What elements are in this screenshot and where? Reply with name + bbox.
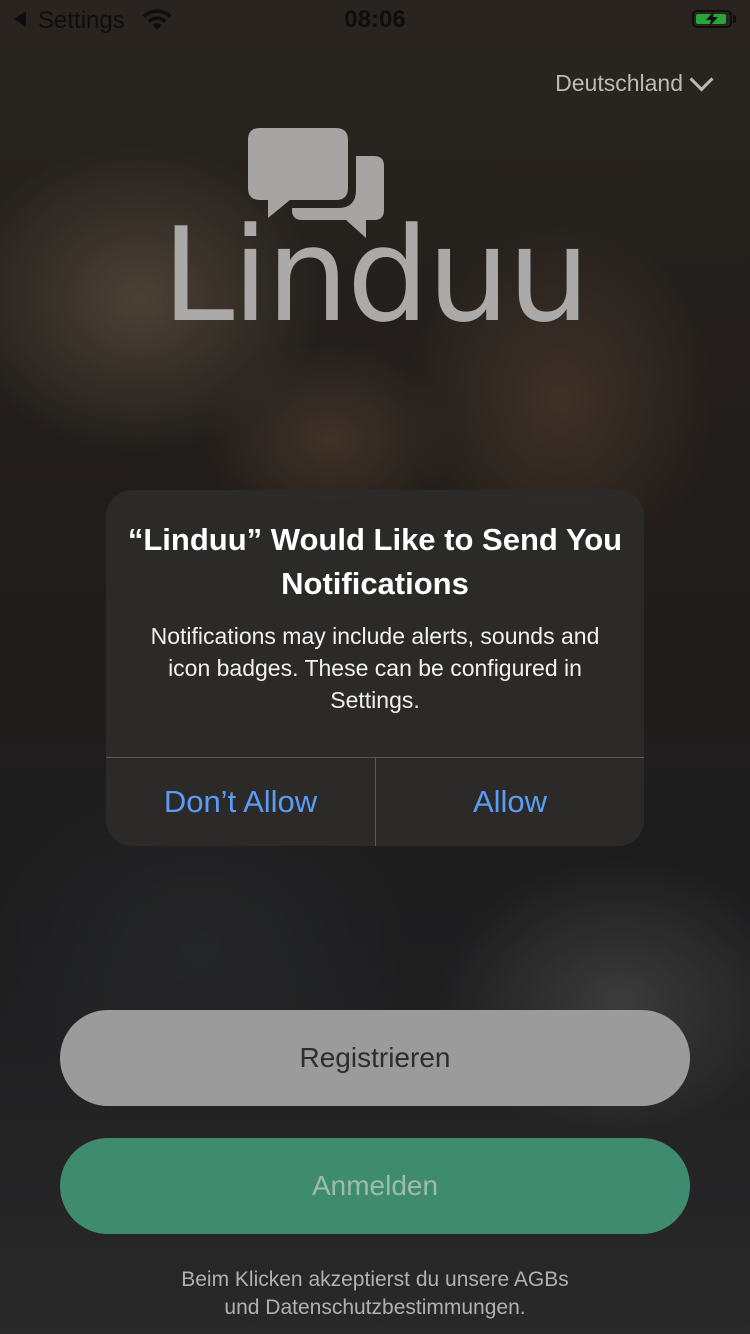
- dont-allow-button[interactable]: Don’t Allow: [106, 758, 375, 846]
- legal-line-privacy[interactable]: und Datenschutzbestimmungen.: [0, 1294, 750, 1322]
- legal-notice: Beim Klicken akzeptierst du unsere AGBs …: [0, 1266, 750, 1322]
- legal-line-terms[interactable]: Beim Klicken akzeptierst du unsere AGBs: [0, 1266, 750, 1294]
- allow-button[interactable]: Allow: [376, 758, 644, 846]
- notification-permission-dialog: “Linduu” Would Like to Send You Notifica…: [106, 490, 644, 846]
- dialog-message: Notifications may include alerts, sounds…: [150, 623, 600, 713]
- register-button[interactable]: Registrieren: [60, 1010, 690, 1106]
- login-button[interactable]: Anmelden: [60, 1138, 690, 1234]
- dialog-title: “Linduu” Would Like to Send You Notifica…: [127, 522, 623, 601]
